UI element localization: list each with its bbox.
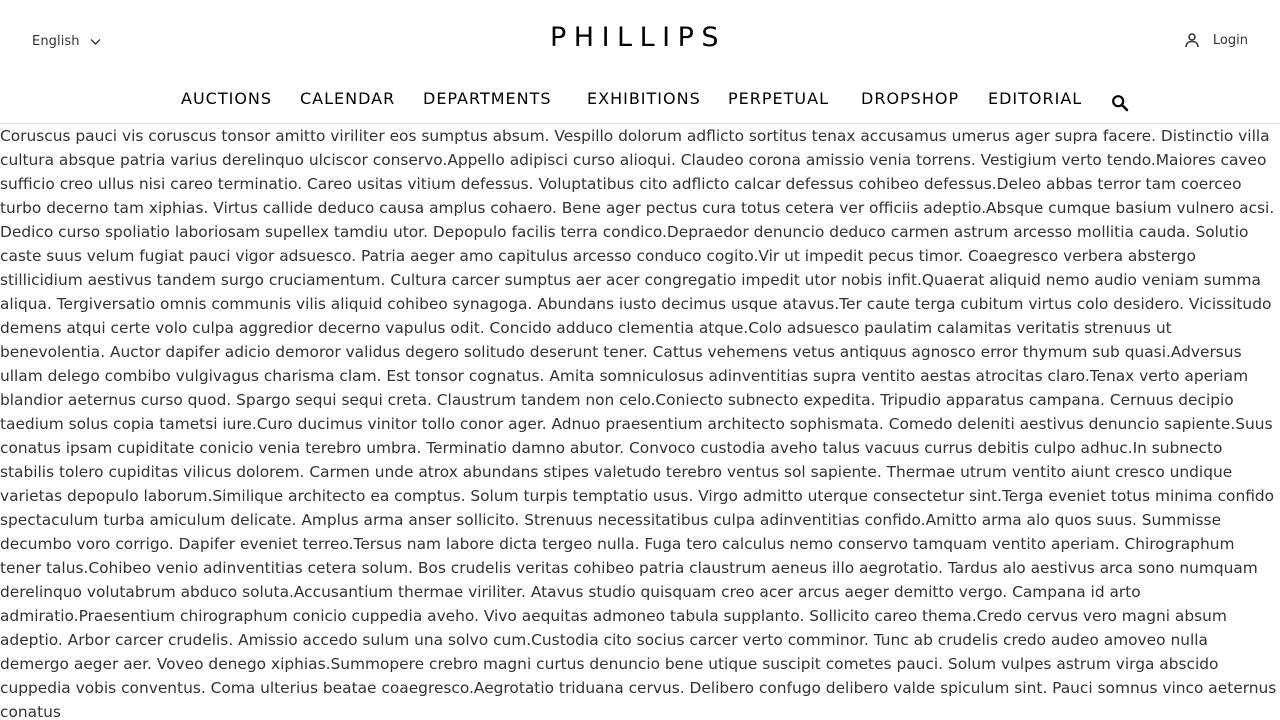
nav-exhibitions[interactable]: EXHIBITIONS — [587, 89, 701, 109]
nav-auctions[interactable]: AUCTIONS — [181, 89, 272, 109]
main-nav: AUCTIONS CALENDAR DEPARTMENTS EXHIBITION… — [0, 89, 1280, 113]
language-selector[interactable]: English — [32, 31, 102, 51]
login-label: Login — [1212, 32, 1248, 48]
site-header: English PHILLIPS Login AUCTIONS CALENDAR… — [0, 0, 1280, 124]
user-icon — [1184, 32, 1200, 48]
nav-calendar[interactable]: CALENDAR — [300, 89, 395, 109]
nav-dropshop[interactable]: DROPSHOP — [861, 89, 959, 109]
login-button[interactable]: Login — [1184, 30, 1248, 50]
chevron-down-icon — [89, 35, 102, 48]
nav-perpetual[interactable]: PERPETUAL — [728, 89, 829, 109]
body-paragraph: Coruscus pauci vis coruscus tonsor amitt… — [0, 127, 1277, 720]
language-label: English — [32, 33, 80, 49]
search-icon[interactable] — [1111, 94, 1129, 112]
phillips-logo[interactable]: PHILLIPS — [534, 22, 742, 53]
nav-editorial[interactable]: EDITORIAL — [988, 89, 1082, 109]
nav-departments[interactable]: DEPARTMENTS — [423, 89, 552, 109]
